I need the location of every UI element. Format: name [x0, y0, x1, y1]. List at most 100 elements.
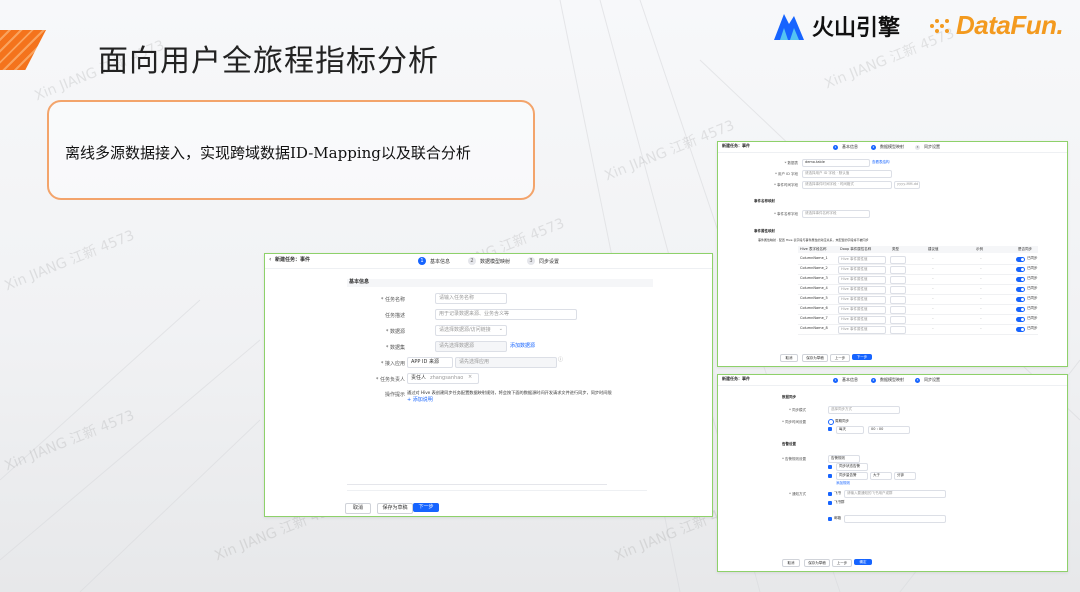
- task-name-input[interactable]: 请输入任务名称: [435, 293, 507, 304]
- step-basic-info[interactable]: 1 基本信息: [833, 377, 858, 383]
- sync-mode-select[interactable]: 选择同步方式: [828, 406, 900, 414]
- type-select[interactable]: [890, 316, 906, 324]
- attribute-select[interactable]: Hive 事件属性值: [838, 316, 886, 324]
- next-button[interactable]: 下一步: [852, 354, 872, 360]
- section-title: 基本信息: [349, 279, 370, 285]
- table-label: * 数据表: [784, 161, 798, 165]
- owner-tag: 责任人: [411, 375, 427, 381]
- sync-toggle[interactable]: [1016, 267, 1025, 272]
- prev-button[interactable]: 上一步: [830, 354, 850, 362]
- user-id-select[interactable]: 请选择用户 ID 字段 · 默认值: [802, 170, 892, 178]
- callout-box: 离线多源数据接入，实现跨域数据ID-Mapping以及联合分析: [47, 100, 535, 200]
- step-model-mapping[interactable]: 2 数据模型映射: [871, 144, 904, 150]
- compare-select[interactable]: 大于: [870, 472, 892, 480]
- status-alert-checkbox[interactable]: [828, 465, 832, 469]
- owner-select[interactable]: 责任人 zhangsanhao ×: [407, 373, 479, 384]
- periodic-radio[interactable]: [828, 419, 834, 425]
- prev-button[interactable]: 上一步: [832, 559, 852, 567]
- step-basic-info[interactable]: 1 基本信息: [418, 257, 450, 265]
- task-desc-input[interactable]: 用于记录数据来源、业务含义等: [435, 309, 577, 320]
- example-cell: –: [980, 296, 982, 300]
- datasource-select[interactable]: 请选择数据源/访问链接 ⌄: [435, 325, 507, 336]
- add-note-link[interactable]: + 添加说明: [407, 397, 433, 404]
- model-mapping-window: 新建任务：事件 1 基本信息 2 数据模型映射 3 同步设置 * 数据表 demo.t…: [717, 141, 1068, 367]
- datafun-logo: DataFun.: [928, 10, 1064, 41]
- step-sync-settings[interactable]: 3 同步设置: [915, 377, 940, 383]
- app-id-source-select[interactable]: APP ID 来源: [407, 357, 453, 368]
- dataset-label: * 数据集: [385, 345, 405, 351]
- feishu-user-input[interactable]: 请输入要通知的飞书用户或群: [844, 490, 946, 498]
- sync-toggle[interactable]: [1016, 287, 1025, 292]
- sync-toggle[interactable]: [1016, 307, 1025, 312]
- sync-toggle[interactable]: [1016, 297, 1025, 302]
- column-name-cell: ColumnName_2: [800, 266, 828, 270]
- sync-toggle[interactable]: [1016, 277, 1025, 282]
- attribute-select[interactable]: Hive 事件属性值: [838, 266, 886, 274]
- type-select[interactable]: [890, 306, 906, 314]
- save-draft-button[interactable]: 保存为草稿: [804, 559, 830, 567]
- table-row: ColumnName_6 Hive 事件属性值 – – 已同步: [798, 305, 1038, 315]
- sync-time-label: * 同步时间设置: [782, 420, 806, 424]
- sync-toggle[interactable]: [1016, 257, 1025, 262]
- step-model-mapping[interactable]: 2 数据模型映射: [871, 377, 904, 383]
- sync-toggle[interactable]: [1016, 317, 1025, 322]
- volume-alert-select[interactable]: 同步量告警: [836, 472, 868, 480]
- volcengine-logo-text: 火山引擎: [812, 16, 901, 41]
- add-datasource-link[interactable]: 添加数据源: [510, 343, 535, 350]
- close-icon[interactable]: ×: [468, 374, 472, 381]
- event-name-section: 事件名称映射: [754, 199, 775, 203]
- step-sync-settings[interactable]: 3 同步设置: [527, 257, 559, 265]
- volume-alert-checkbox[interactable]: [828, 474, 832, 478]
- cancel-button[interactable]: 取消: [780, 354, 798, 362]
- type-select[interactable]: [890, 276, 906, 284]
- back-icon[interactable]: ‹: [269, 256, 271, 264]
- type-select[interactable]: [890, 256, 906, 264]
- minute-input[interactable]: 分钟: [894, 472, 916, 480]
- next-button[interactable]: 下一步: [413, 503, 439, 512]
- app-select[interactable]: 请先选择应用: [455, 357, 557, 368]
- event-time-label: * 事件时间字段: [774, 183, 798, 187]
- attribute-select[interactable]: Hive 事件属性值: [838, 326, 886, 334]
- type-select[interactable]: [890, 266, 906, 274]
- info-icon: ⓘ: [558, 357, 564, 363]
- cancel-button[interactable]: 取消: [345, 503, 371, 514]
- datafun-logo-text: DataFun.: [956, 10, 1064, 40]
- event-time-select[interactable]: 请选择事件时间字段 · 时间格式: [802, 181, 892, 189]
- step-model-mapping[interactable]: 2 数据模型映射: [468, 257, 510, 265]
- status-alert-select[interactable]: 同步状态告警: [836, 463, 868, 471]
- cancel-button[interactable]: 取消: [782, 559, 800, 567]
- column-header: Doop 事件属性名称: [840, 247, 872, 251]
- add-rule-link[interactable]: 添加规则: [836, 481, 850, 486]
- step-sync-settings[interactable]: 3 同步设置: [915, 144, 940, 150]
- time-format-select[interactable]: yyyy-MM-dd: [894, 181, 920, 189]
- feishu-checkbox[interactable]: [828, 492, 832, 496]
- attribute-select[interactable]: Hive 事件属性值: [838, 256, 886, 264]
- feishu-group-checkbox[interactable]: [828, 501, 832, 505]
- save-draft-button[interactable]: 保存为草稿: [802, 354, 828, 362]
- dataset-select[interactable]: 请先选择数据源: [435, 341, 507, 352]
- type-select[interactable]: [890, 326, 906, 334]
- attribute-select[interactable]: Hive 事件属性值: [838, 276, 886, 284]
- attribute-select[interactable]: Hive 事件属性值: [838, 306, 886, 314]
- attribute-select[interactable]: Hive 事件属性值: [838, 296, 886, 304]
- type-select[interactable]: [890, 296, 906, 304]
- column-header: Hive 表字段名称: [800, 247, 827, 251]
- table-select[interactable]: demo.table: [802, 159, 870, 167]
- datasource-label: * 数据源: [385, 329, 405, 335]
- view-schema-link[interactable]: 查看表结构: [872, 160, 890, 165]
- task-name-label: * 任务名称: [380, 297, 405, 303]
- email-input[interactable]: [844, 515, 946, 523]
- step-basic-info[interactable]: 1 基本信息: [833, 144, 858, 150]
- sync-toggle[interactable]: [1016, 327, 1025, 332]
- email-checkbox[interactable]: [828, 517, 832, 521]
- save-draft-button[interactable]: 保存为草稿: [377, 503, 413, 514]
- alert-rule-select[interactable]: 告警规则: [828, 455, 860, 463]
- event-name-select[interactable]: 请选择事件名称字段: [802, 210, 870, 218]
- attribute-select[interactable]: Hive 事件属性值: [838, 286, 886, 294]
- sync-label: 已同步: [1027, 286, 1038, 290]
- time-picker[interactable]: 00 : 00: [868, 426, 910, 434]
- periodic-checkbox[interactable]: [828, 427, 832, 431]
- type-select[interactable]: [890, 286, 906, 294]
- confirm-button[interactable]: 确定: [854, 559, 872, 565]
- period-select[interactable]: 每天: [836, 426, 864, 434]
